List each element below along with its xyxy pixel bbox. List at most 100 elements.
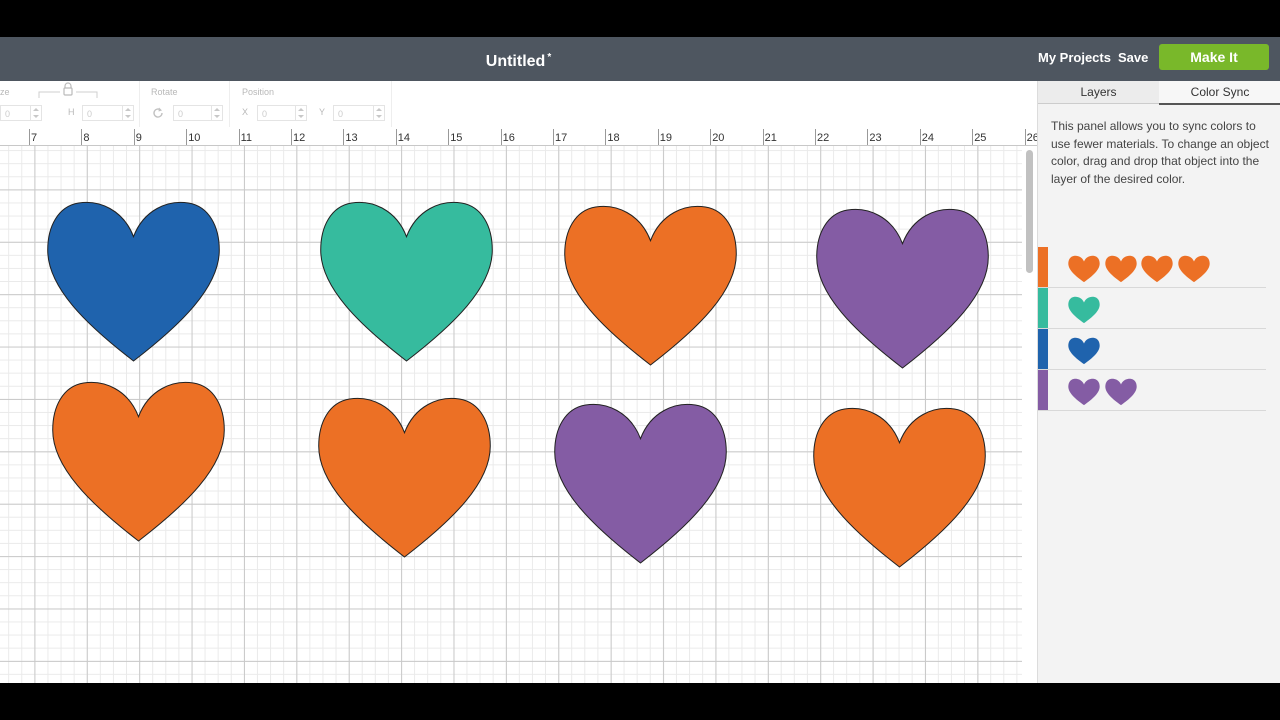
ruler-tick-line [343,129,345,145]
heart-orange-3[interactable] [317,394,492,562]
make-it-button[interactable]: Make It [1159,44,1269,70]
color-sync-row[interactable] [1038,288,1266,329]
y-value: 0 [338,109,344,119]
y-label: Y [319,107,326,117]
x-stepper[interactable] [295,106,306,120]
ruler-tick-label: 23 [869,132,882,144]
heart-orange-2[interactable] [51,378,226,546]
heart-orange-1[interactable] [563,202,738,370]
document-title-text[interactable]: Untitled [486,53,546,70]
height-label: H [68,107,75,117]
design-canvas[interactable] [0,146,1022,683]
height-stepper[interactable] [122,106,133,120]
color-sync-row[interactable] [1038,370,1266,411]
color-swatch-bar [1038,329,1048,369]
size-label: ze [0,87,10,97]
rotate-group: Rotate 0 [141,81,230,127]
ruler-tick-label: 13 [345,132,358,144]
ruler-tick-line [710,129,712,145]
width-field[interactable]: 0 [0,105,42,121]
ruler-tick-label: 22 [817,132,830,144]
ruler-tick-line [919,129,921,145]
ruler-tick-line [1024,129,1026,145]
scrollbar-thumb[interactable] [1026,150,1033,273]
ruler-tick-line [133,129,135,145]
horizontal-ruler: 7 8 9 10 11 12 13 14 15 16 17 18 19 20 21 22 23 24 25 26 [0,129,1037,146]
heart-teal[interactable] [319,198,494,366]
ruler-tick-label: 17 [555,132,568,144]
canvas-scrollbar[interactable] [1022,146,1037,683]
heart-purple-1[interactable] [815,205,990,373]
layer-heart-icon[interactable] [1104,378,1137,406]
ruler-tick-line [238,129,240,145]
height-field[interactable]: 0 [82,105,134,121]
ruler-tick-line [815,129,816,145]
ruler-tick-label: 12 [293,132,306,144]
tab-color-sync[interactable]: Color Sync [1159,81,1280,105]
color-swatch-bar [1038,247,1048,287]
heart-blue[interactable] [46,198,221,366]
ruler-tick-label: 18 [607,132,620,144]
ruler-tick-label: 14 [397,132,411,144]
layer-heart-icon[interactable] [1068,296,1100,324]
width-stepper[interactable] [30,106,41,120]
rotate-stepper[interactable] [211,106,222,120]
ruler-tick-line [657,129,659,145]
width-value: 0 [5,109,11,119]
ruler-tick-label: 21 [764,132,777,144]
color-sync-description: This panel allows you to sync colors to … [1051,119,1269,187]
ruler-tick-line [291,129,292,145]
color-swatch-bar [1038,370,1048,410]
ruler-tick-line [395,129,397,145]
ruler-tick-label: 9 [135,132,142,144]
layer-heart-icon[interactable] [1068,337,1100,365]
lock-icon[interactable] [62,82,74,96]
position-label: Position [242,87,275,97]
height-value: 0 [87,109,93,119]
rotate-field[interactable]: 0 [173,105,223,121]
rotate-value: 0 [178,109,184,119]
ruler-tick-label: 26 [1026,132,1037,144]
ruler-tick-line [186,129,188,145]
tab-layers[interactable]: Layers [1038,81,1159,104]
heart-purple-2[interactable] [553,400,728,568]
ruler-tick-label: 8 [83,132,90,144]
layer-heart-icon[interactable] [1177,255,1210,283]
layer-heart-icon[interactable] [1104,255,1137,283]
edit-toolbar: ze 0 H 0 Rotate 0 Position X 0 Y 0 [0,81,1037,129]
y-field[interactable]: 0 [333,105,385,121]
ruler-tick-label: 15 [450,132,463,144]
ruler-tick-line [762,129,764,145]
layer-heart-icon[interactable] [1068,255,1100,283]
x-value: 0 [262,109,268,119]
document-title[interactable]: Untitled * [0,37,1037,81]
position-group: Position X 0 Y 0 [231,81,392,127]
color-sync-row[interactable] [1038,329,1266,370]
top-header: Untitled * My Projects Save Make It [0,37,1280,81]
unsaved-indicator: * [547,52,552,63]
color-swatch-bar [1038,288,1048,328]
ruler-tick-label: 11 [240,132,253,144]
layer-heart-icon[interactable] [1068,378,1100,406]
color-sync-row[interactable] [1038,247,1266,288]
ruler-tick-label: 24 [921,132,935,144]
ruler-tick-line [500,129,502,145]
ruler-tick-label: 16 [502,132,515,144]
y-stepper[interactable] [373,106,384,120]
rotate-icon[interactable] [151,106,165,120]
x-field[interactable]: 0 [257,105,307,121]
save-link[interactable]: Save [1118,37,1148,81]
my-projects-link[interactable]: My Projects [1038,37,1111,81]
ruler-tick-line [448,129,450,145]
rotate-label: Rotate [151,87,178,97]
heart-orange-4[interactable] [812,404,987,572]
letterbox-bottom [0,683,1280,720]
ruler-tick-line [867,129,869,145]
right-panel: Layers Color Sync This panel allows you … [1037,81,1280,683]
ruler-tick-line [81,129,83,145]
ruler-tick-label: 20 [712,132,725,144]
ruler-tick-line [553,129,554,145]
x-label: X [242,107,249,117]
layer-heart-icon[interactable] [1141,255,1173,283]
ruler-tick-label: 19 [659,132,673,144]
